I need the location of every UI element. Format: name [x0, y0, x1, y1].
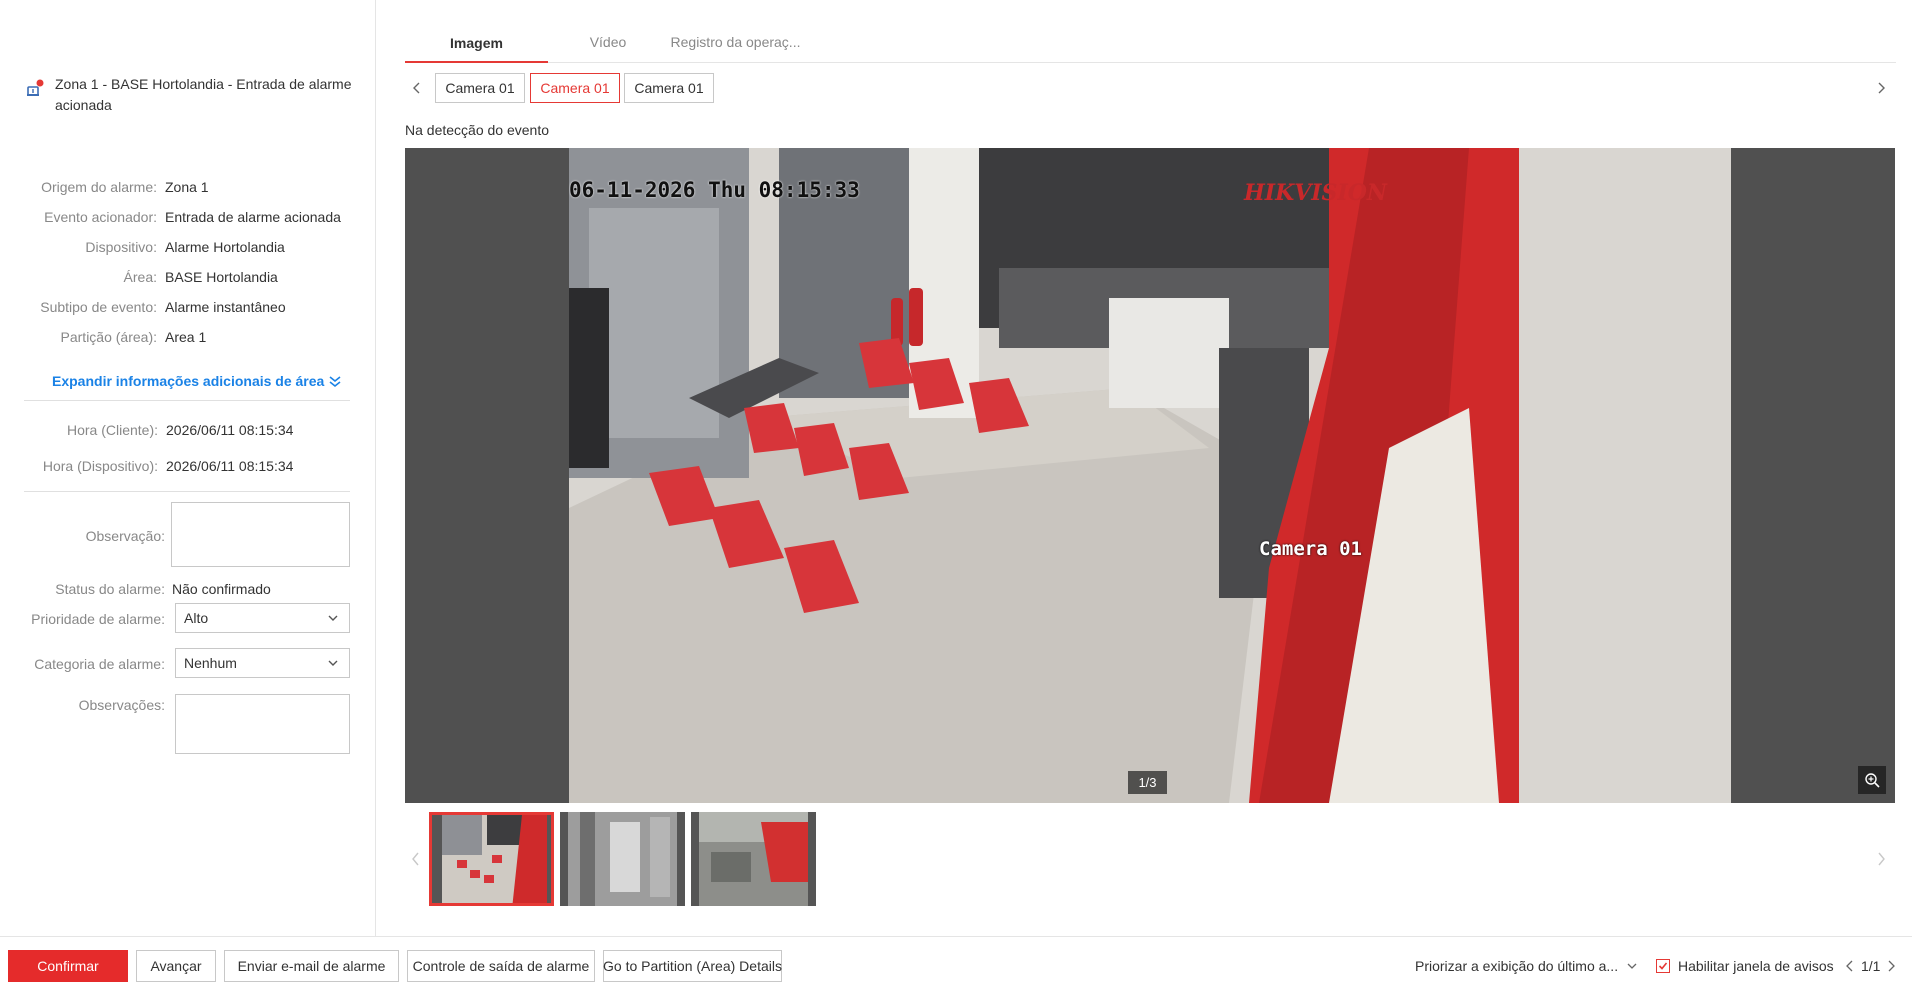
display-priority-value: Priorizar a exibição do último a...: [1415, 958, 1619, 974]
thumbnail-2[interactable]: [560, 812, 685, 906]
tab-image[interactable]: Imagem: [405, 30, 548, 63]
alarm-header: Zona 1 - BASE Hortolandia - Entrada de a…: [25, 74, 355, 116]
client-time-value: 2026/06/11 08:15:34: [166, 422, 294, 438]
info-label: Partição (área):: [60, 329, 157, 345]
zoom-in-icon: [1865, 773, 1880, 788]
snapshot-scene: [569, 148, 1519, 803]
camera-tab-2[interactable]: Camera 01: [530, 73, 620, 103]
display-priority-dropdown[interactable]: Priorizar a exibição do último a...: [1415, 950, 1638, 982]
alarm-siren-icon: [25, 78, 45, 98]
camera-tab-1[interactable]: Camera 01: [435, 73, 525, 103]
osd-brand-logo: HIKVISION: [1244, 180, 1388, 206]
client-time-row: Hora (Cliente): 2026/06/11 08:15:34: [0, 420, 376, 440]
page-indicator: 1/1: [1861, 958, 1881, 974]
camera-snapshot: 06-11-2026 Thu 08:15:33 HIKVISION Camera…: [569, 148, 1731, 803]
info-row-area: Área: BASE Hortolandia: [0, 262, 376, 292]
next-button[interactable]: Avançar: [136, 950, 216, 982]
camera-tab-3[interactable]: Camera 01: [624, 73, 714, 103]
thumbnail-next-icon[interactable]: [1874, 851, 1888, 867]
info-label: Evento acionador:: [44, 209, 157, 225]
notes-label: Observações:: [78, 697, 165, 713]
device-time-label: Hora (Dispositivo):: [42, 458, 158, 474]
double-chevron-down-icon: [329, 376, 341, 388]
alarm-category-select[interactable]: Nenhum: [175, 648, 350, 678]
info-value: Alarme Hortolandia: [165, 239, 285, 255]
snapshot-viewer: 06-11-2026 Thu 08:15:33 HIKVISION Camera…: [405, 148, 1895, 803]
partition-details-button[interactable]: Go to Partition (Area) Details: [603, 950, 782, 982]
info-row-trigger-event: Evento acionador: Entrada de alarme acio…: [0, 202, 376, 232]
enable-popup-toggle[interactable]: Habilitar janela de avisos: [1656, 950, 1834, 982]
observation-textarea[interactable]: [171, 502, 350, 567]
info-row-origin: Origem do alarme: Zona 1: [0, 172, 376, 202]
expand-area-info-link[interactable]: Expandir informações adicionais de área: [52, 373, 342, 389]
tab-operation-log[interactable]: Registro da operaç...: [668, 30, 803, 63]
send-alarm-email-button[interactable]: Enviar e-mail de alarme: [224, 950, 399, 982]
info-row-event-subtype: Subtipo de evento: Alarme instantâneo: [0, 292, 376, 322]
pagination: 1/1: [1845, 950, 1896, 982]
notes-textarea[interactable]: [175, 694, 350, 754]
info-label: Área:: [123, 269, 157, 285]
info-value: BASE Hortolandia: [165, 269, 278, 285]
thumbnail-3[interactable]: [691, 812, 816, 906]
chevron-down-icon: [328, 660, 338, 666]
page-next-icon[interactable]: [1886, 960, 1896, 972]
info-value: Area 1: [165, 329, 207, 345]
info-value: Alarme instantâneo: [165, 299, 286, 315]
osd-datetime: 06-11-2026 Thu 08:15:33: [569, 178, 860, 202]
alarm-priority-select[interactable]: Alto: [175, 603, 350, 633]
divider: [24, 400, 350, 401]
tab-video[interactable]: Vídeo: [548, 30, 668, 63]
alarm-category-label: Categoria de alarme:: [34, 656, 165, 672]
expand-link-label: Expandir informações adicionais de área: [52, 373, 325, 389]
image-counter: 1/3: [1128, 771, 1167, 794]
alarm-output-control-button[interactable]: Controle de saída de alarme: [407, 950, 595, 982]
info-label: Dispositivo:: [85, 239, 157, 255]
info-label: Origem do alarme:: [41, 179, 157, 195]
client-time-label: Hora (Cliente):: [66, 422, 158, 438]
alarm-status-label: Status do alarme:: [55, 581, 165, 597]
device-time-value: 2026/06/11 08:15:34: [166, 458, 294, 474]
info-value: Zona 1: [165, 179, 209, 195]
thumbnail-1[interactable]: [429, 812, 554, 906]
alarm-priority-value: Alto: [184, 610, 209, 626]
divider: [24, 491, 350, 492]
alarm-title: Zona 1 - BASE Hortolandia - Entrada de a…: [55, 76, 352, 113]
chevron-down-icon: [328, 615, 338, 621]
device-time-row: Hora (Dispositivo): 2026/06/11 08:15:34: [0, 456, 376, 476]
zoom-in-button[interactable]: [1858, 766, 1886, 794]
alarm-category-value: Nenhum: [184, 655, 237, 671]
chevron-left-icon[interactable]: [410, 81, 424, 95]
page-prev-icon[interactable]: [1845, 960, 1855, 972]
event-detection-label: Na detecção do evento: [405, 122, 549, 138]
checkbox-checked-icon: [1656, 959, 1670, 973]
observation-label: Observação:: [85, 528, 165, 544]
info-row-device: Dispositivo: Alarme Hortolandia: [0, 232, 376, 262]
alarm-status-value: Não confirmado: [172, 581, 271, 597]
chevron-down-icon: [1627, 963, 1637, 969]
chevron-right-icon[interactable]: [1874, 81, 1888, 95]
confirm-button[interactable]: Confirmar: [8, 950, 128, 982]
info-row-partition: Partição (área): Area 1: [0, 322, 376, 352]
thumbnail-prev-icon[interactable]: [409, 851, 423, 867]
enable-popup-label: Habilitar janela de avisos: [1678, 958, 1834, 974]
alarm-priority-label: Prioridade de alarme:: [31, 611, 165, 627]
alarm-info-list: Origem do alarme: Zona 1 Evento acionado…: [0, 172, 376, 352]
action-bar: Confirmar Avançar Enviar e-mail de alarm…: [0, 936, 1912, 988]
info-label: Subtipo de evento:: [40, 299, 157, 315]
detail-tabs: Imagem Vídeo Registro da operaç...: [405, 30, 1896, 63]
osd-camera-name: Camera 01: [1259, 538, 1362, 560]
alarm-details-panel: Zona 1 - BASE Hortolandia - Entrada de a…: [0, 0, 376, 936]
info-value: Entrada de alarme acionada: [165, 209, 341, 225]
